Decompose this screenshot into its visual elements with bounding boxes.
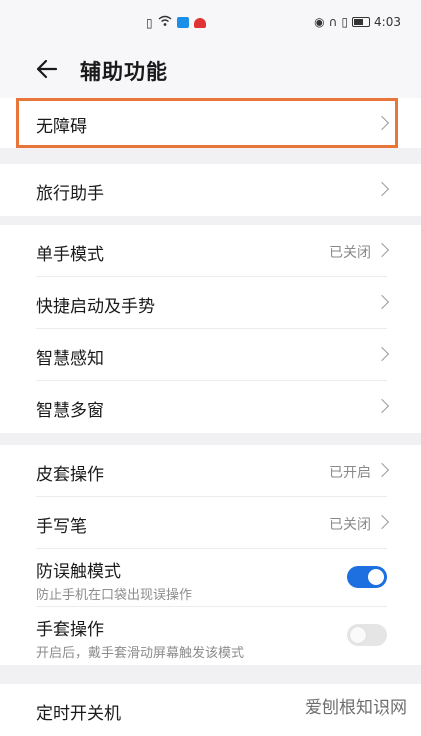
settings-group: 皮套操作 已开启 手写笔 已关闭 防误触模式 防止手机在口袋出现误操作 手套操作…	[0, 445, 421, 665]
weather-icon	[176, 17, 189, 28]
row-label: 手写笔	[36, 517, 87, 537]
row-cover-operation[interactable]: 皮套操作 已开启	[0, 445, 421, 497]
accidental-touch-toggle[interactable]	[347, 566, 387, 588]
settings-group: 无障碍	[0, 98, 421, 148]
row-label: 智慧多窗	[36, 401, 104, 421]
row-label: 快捷启动及手势	[36, 297, 155, 317]
row-label: 旅行助手	[36, 184, 104, 204]
toggle-knob	[350, 627, 366, 643]
chevron-right-icon	[374, 346, 390, 362]
arrow-left-icon	[36, 59, 58, 79]
row-label: 防误触模式	[36, 562, 121, 582]
wifi-icon	[158, 15, 172, 30]
row-label: 皮套操作	[36, 465, 104, 485]
page-title: 辅助功能	[80, 60, 168, 84]
row-description: 防止手机在口袋出现误操作	[36, 588, 193, 603]
sim-icon: ▯	[146, 15, 153, 30]
row-status: 已关闭	[329, 517, 371, 533]
row-glove-mode: 手套操作 开启后，戴手套滑动屏幕触发该模式	[0, 607, 421, 665]
row-accidental-touch: 防误触模式 防止手机在口袋出现误操作	[0, 549, 421, 607]
row-status: 已开启	[329, 465, 371, 481]
row-label: 定时开关机	[36, 704, 121, 724]
status-left-icons: ▯	[146, 15, 206, 30]
row-one-handed-mode[interactable]: 单手模式 已关闭	[0, 225, 421, 277]
row-travel-assistant[interactable]: 旅行助手	[0, 164, 421, 216]
glove-mode-toggle[interactable]	[347, 624, 387, 646]
row-smart-sensing[interactable]: 智慧感知	[0, 329, 421, 381]
row-label: 智慧感知	[36, 349, 104, 369]
huawei-icon	[193, 17, 206, 28]
row-stylus[interactable]: 手写笔 已关闭	[0, 497, 421, 549]
toggle-knob	[368, 569, 384, 585]
status-bar: ▯ ◉ ∩ ▯ 4:03	[0, 0, 421, 46]
row-shortcuts-gestures[interactable]: 快捷启动及手势	[0, 277, 421, 329]
chevron-right-icon	[374, 462, 390, 478]
row-label: 手套操作	[36, 620, 104, 640]
header: 辅助功能	[0, 46, 421, 98]
row-label: 无障碍	[36, 117, 87, 137]
chevron-right-icon	[374, 115, 390, 131]
chevron-right-icon	[374, 181, 390, 197]
back-button[interactable]	[30, 52, 64, 86]
chevron-right-icon	[374, 294, 390, 310]
row-description: 开启后，戴手套滑动屏幕触发该模式	[36, 646, 245, 661]
headphone-icon: ∩	[328, 15, 338, 29]
vibrate-icon: ▯	[341, 15, 349, 29]
settings-group: 单手模式 已关闭 快捷启动及手势 智慧感知 智慧多窗	[0, 225, 421, 433]
watermark-text: 爱刨根知识网	[305, 698, 407, 718]
settings-group: 旅行助手	[0, 164, 421, 216]
battery-icon	[352, 17, 371, 27]
eye-icon: ◉	[314, 15, 325, 29]
status-right-icons: ◉ ∩ ▯ 4:03	[314, 15, 401, 29]
chevron-right-icon	[374, 242, 390, 258]
status-time: 4:03	[374, 15, 401, 29]
row-multi-window[interactable]: 智慧多窗	[0, 381, 421, 433]
chevron-right-icon	[374, 514, 390, 530]
chevron-right-icon	[374, 398, 390, 414]
row-accessibility[interactable]: 无障碍	[0, 98, 421, 148]
row-status: 已关闭	[329, 245, 371, 261]
row-label: 单手模式	[36, 245, 104, 265]
